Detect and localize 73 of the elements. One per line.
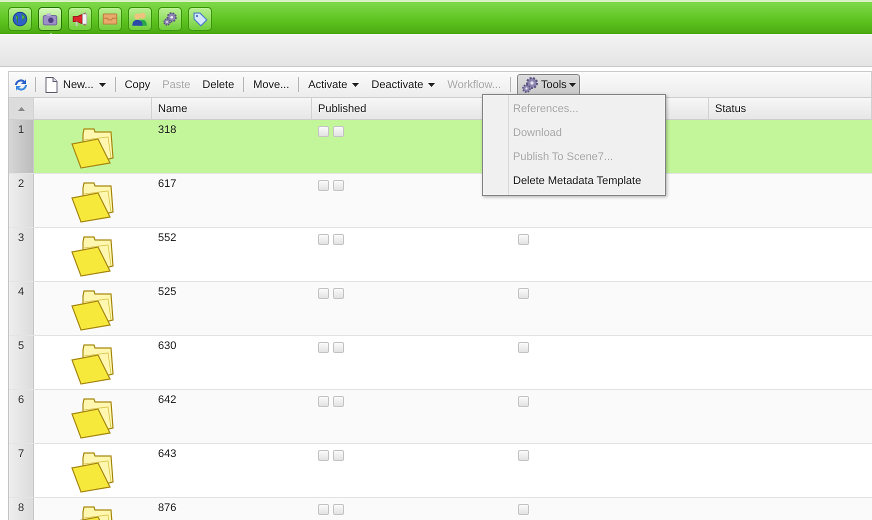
row-number: 6 <box>9 390 34 443</box>
sort-icon <box>18 106 24 110</box>
toolbar-button[interactable]: Move... <box>250 74 292 96</box>
table-cell: 642 <box>158 394 176 406</box>
checkbox[interactable] <box>333 396 344 407</box>
globe-icon <box>12 11 28 27</box>
column-header[interactable]: Name <box>152 98 312 119</box>
caret-icon <box>568 82 576 86</box>
row-number: 4 <box>9 282 34 335</box>
table-cell: 630 <box>158 340 176 352</box>
checkbox[interactable] <box>333 504 344 515</box>
table-cell: 643 <box>158 448 176 460</box>
table-cell: 525 <box>158 286 176 298</box>
checkbox[interactable] <box>518 342 529 353</box>
tag-icon <box>192 11 208 27</box>
table-cell: 552 <box>158 232 176 244</box>
tools-menu-button[interactable]: Tools <box>517 74 580 96</box>
table-cell: 318 <box>158 124 176 136</box>
checkbox[interactable] <box>318 234 329 245</box>
table-row[interactable]: 5 630 <box>9 336 872 390</box>
checkbox[interactable] <box>518 504 529 515</box>
sort-header[interactable] <box>9 98 34 119</box>
checkbox[interactable] <box>318 504 329 515</box>
refresh-icon[interactable] <box>13 76 29 92</box>
toolbar-button[interactable]: Delete <box>199 74 238 96</box>
table-cell: 876 <box>158 502 176 514</box>
checkbox[interactable] <box>518 288 529 299</box>
nav-button[interactable] <box>68 7 92 31</box>
nav-button[interactable] <box>8 7 32 31</box>
menu-button[interactable]: Activate <box>305 74 362 96</box>
checkbox[interactable] <box>333 126 344 137</box>
table-row[interactable]: 3 552 <box>9 228 872 282</box>
checkbox[interactable] <box>318 342 329 353</box>
megaphone-icon <box>72 12 88 26</box>
inbox-icon <box>102 13 118 25</box>
nav-button[interactable] <box>158 7 182 31</box>
gears-icon <box>162 11 178 27</box>
row-number: 5 <box>9 336 34 389</box>
row-number: 2 <box>9 174 34 227</box>
caret-icon <box>428 82 436 86</box>
caret-icon <box>98 82 106 86</box>
page-icon <box>45 76 58 92</box>
checkbox[interactable] <box>318 396 329 407</box>
checkbox[interactable] <box>518 450 529 461</box>
menu-button[interactable]: New... <box>42 74 109 96</box>
nav-button[interactable] <box>188 7 212 31</box>
caret-icon <box>352 82 360 86</box>
row-number: 7 <box>9 444 34 497</box>
checkbox[interactable] <box>318 450 329 461</box>
checkbox[interactable] <box>518 396 529 407</box>
checkbox[interactable] <box>318 288 329 299</box>
row-number: 3 <box>9 228 34 281</box>
table-row[interactable]: 6 642 <box>9 390 872 444</box>
table-row[interactable]: 7 643 <box>9 444 872 498</box>
table-cell: 617 <box>158 178 176 190</box>
nav-button[interactable] <box>128 7 152 31</box>
users-icon <box>132 11 148 27</box>
column-header[interactable]: Status <box>709 98 872 119</box>
table-row[interactable]: 4 525 <box>9 282 872 336</box>
row-number: 1 <box>9 120 34 173</box>
checkbox[interactable] <box>333 288 344 299</box>
checkbox[interactable] <box>333 180 344 191</box>
toolbar-button[interactable]: Copy <box>122 74 154 96</box>
checkbox[interactable] <box>318 126 329 137</box>
checkbox[interactable] <box>333 450 344 461</box>
menu-button[interactable]: Deactivate <box>368 74 438 96</box>
row-number: 8 <box>9 498 34 520</box>
table-row[interactable]: 8 876 <box>9 498 872 520</box>
checkbox[interactable] <box>333 342 344 353</box>
checkbox[interactable] <box>333 234 344 245</box>
camera-icon <box>42 12 58 26</box>
checkbox[interactable] <box>318 180 329 191</box>
checkbox[interactable] <box>518 234 529 245</box>
